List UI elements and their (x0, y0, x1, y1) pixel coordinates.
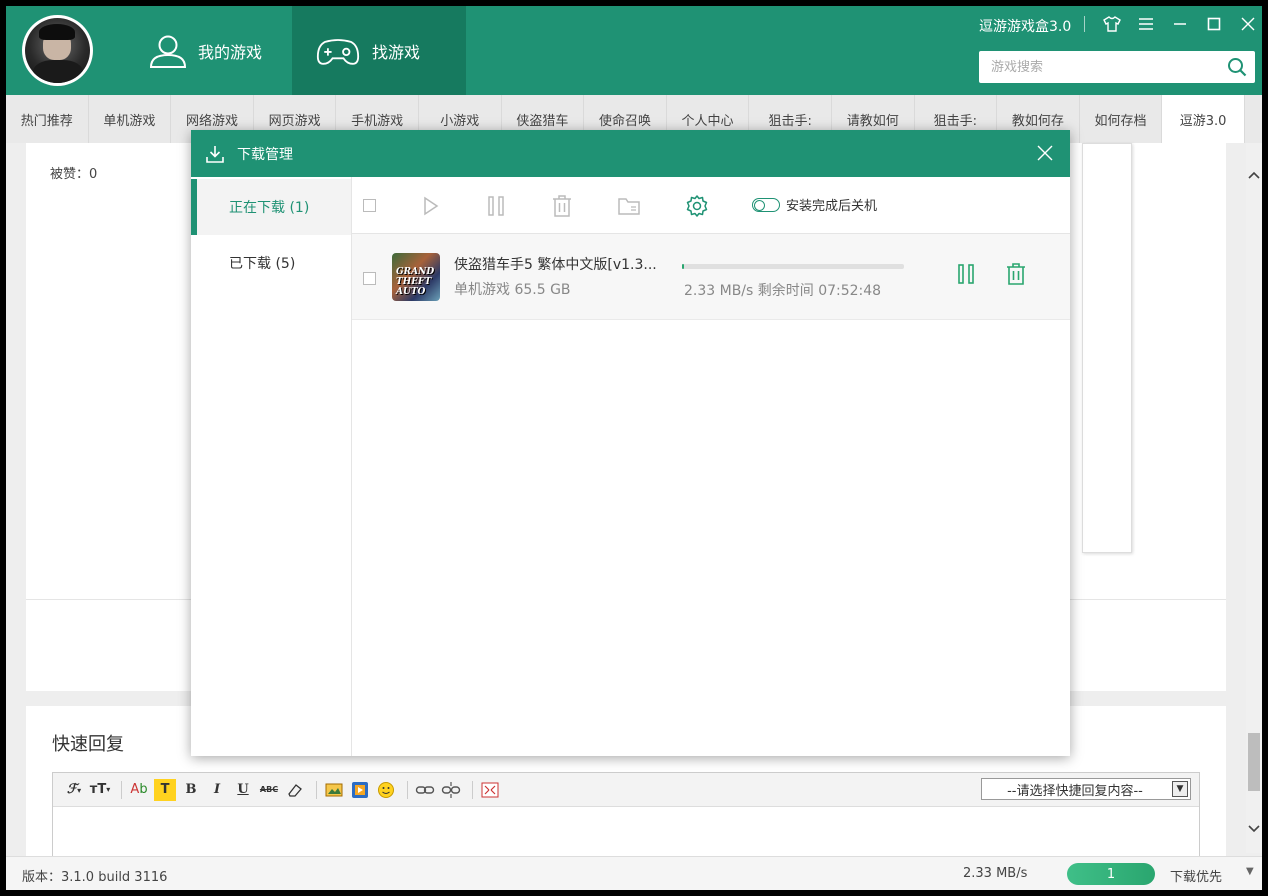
search-box (979, 51, 1255, 83)
close-icon (1241, 17, 1255, 31)
fullscreen-icon[interactable] (479, 779, 501, 801)
menu-icon (1139, 18, 1153, 30)
download-progress-bar (682, 264, 904, 269)
sidebar-item-downloading[interactable]: 正在下载 (1) (191, 179, 351, 235)
user-icon (149, 35, 187, 68)
status-bar: 版本：3.1.0 build 3116 2.33 MB/s 1 下载优先 ▼ (6, 856, 1262, 890)
underline-icon[interactable]: U (232, 779, 254, 801)
chevron-down-icon[interactable]: ▼ (1172, 781, 1188, 797)
download-manager-dialog: 下载管理 正在下载 (1) 已下载 (5) 安装完成后关机 GRAND THEF… (191, 130, 1070, 756)
scrollbar[interactable] (1246, 143, 1262, 853)
strikethrough-icon[interactable]: ABC (258, 779, 280, 801)
download-item-category: 单机游戏 (454, 282, 510, 298)
divider (1084, 16, 1085, 32)
close-icon[interactable] (1034, 142, 1056, 164)
video-icon[interactable] (349, 779, 371, 801)
header: 我的游戏 找游戏 逗游游戏盒3.0 (6, 6, 1262, 95)
gear-icon[interactable] (685, 194, 709, 218)
avatar[interactable] (22, 15, 93, 86)
search-input[interactable] (979, 51, 1219, 83)
chevron-up-icon[interactable] (1246, 169, 1262, 189)
menu-button[interactable] (1133, 12, 1159, 36)
nav-tab-label: 我的游戏 (198, 42, 263, 62)
trash-icon[interactable] (1004, 262, 1028, 286)
link-icon[interactable] (414, 779, 436, 801)
pause-icon[interactable] (954, 262, 978, 286)
download-icon (206, 145, 224, 163)
folder-icon[interactable] (617, 194, 641, 218)
toggle-switch[interactable] (752, 197, 780, 212)
eraser-icon[interactable] (284, 779, 306, 801)
maximize-button[interactable] (1201, 12, 1227, 36)
sidebar-item-downloaded[interactable]: 已下载 (5) (191, 235, 351, 291)
download-item-name: 侠盗猎车手5 繁体中文版[v1.3... (454, 257, 657, 273)
editor-toolbar: ℱ ▾ ᴛT ▾ Ab T B I U ABC --请选择快捷回复内容-- ▼ (53, 773, 1199, 807)
minimize-button[interactable] (1167, 12, 1193, 36)
toggle-label: 安装完成后关机 (786, 199, 878, 214)
thumbnail-text: GRAND THEFT AUTO (396, 267, 435, 297)
play-icon[interactable] (418, 194, 442, 218)
chevron-down-icon[interactable] (1246, 823, 1262, 843)
tshirt-icon (1103, 16, 1121, 32)
item-checkbox[interactable] (363, 272, 376, 285)
quick-reply-select[interactable]: --请选择快捷回复内容-- ▼ (981, 778, 1191, 800)
font-size-icon[interactable]: ᴛT ▾ (89, 779, 111, 801)
highlight-icon[interactable]: T (154, 778, 176, 801)
download-progress-fill (682, 264, 685, 269)
nav-tab-label: 找游戏 (372, 42, 421, 62)
bold-icon[interactable]: B (180, 779, 202, 801)
maximize-icon (1207, 17, 1221, 31)
emoji-icon[interactable] (375, 779, 397, 801)
category-tab-active[interactable]: 逗游3.0 (1162, 95, 1245, 143)
category-tab[interactable]: 单机游戏 (89, 95, 172, 143)
category-tab[interactable]: 如何存档 (1080, 95, 1163, 143)
quick-reply-select-value: --请选择快捷回复内容-- (1007, 783, 1143, 799)
dialog-header: 下载管理 (191, 130, 1070, 177)
game-thumbnail: GRAND THEFT AUTO (392, 253, 440, 301)
skin-button[interactable] (1099, 12, 1125, 36)
minimize-icon (1174, 23, 1186, 25)
download-item[interactable]: GRAND THEFT AUTO 侠盗猎车手5 繁体中文版[v1.3... 单机… (352, 234, 1070, 320)
download-item-size: 65.5 GB (514, 282, 571, 298)
italic-icon[interactable]: I (206, 779, 228, 801)
download-item-meta: 单机游戏 65.5 GB (454, 279, 571, 299)
shutdown-after-install-toggle[interactable]: 安装完成后关机 (752, 195, 877, 214)
nav-tab-find-games[interactable]: 找游戏 (292, 6, 466, 95)
app-brand: 逗游游戏盒3.0 (979, 19, 1072, 35)
dialog-sidebar: 正在下载 (1) 已下载 (5) (191, 177, 352, 756)
unlink-icon[interactable] (440, 779, 462, 801)
font-family-icon[interactable]: ℱ ▾ (63, 779, 85, 801)
download-count-badge[interactable]: 1 (1067, 863, 1155, 885)
pause-icon[interactable] (484, 194, 508, 218)
search-icon[interactable] (1227, 57, 1247, 77)
chevron-down-icon[interactable]: ▼ (1246, 866, 1254, 877)
dialog-title: 下载管理 (237, 146, 293, 163)
nav-tab-my-games[interactable]: 我的游戏 (146, 6, 290, 95)
font-color-icon[interactable]: Ab (128, 779, 150, 801)
trash-icon[interactable] (550, 194, 574, 218)
download-priority-select[interactable]: 下载优先 (1170, 866, 1222, 885)
download-speed-remaining: 2.33 MB/s 剩余时间 07:52:48 (684, 283, 882, 299)
close-button[interactable] (1235, 12, 1261, 36)
version-label: 版本：3.1.0 build 3116 (22, 870, 168, 885)
liked-count: 被赞：0 (50, 167, 98, 182)
quick-reply-title: 快速回复 (52, 734, 124, 755)
dialog-toolbar: 安装完成后关机 (352, 177, 1070, 234)
image-icon[interactable] (323, 779, 345, 801)
window-controls (1084, 12, 1262, 36)
total-speed: 2.33 MB/s (963, 866, 1028, 881)
background-card (1082, 143, 1132, 553)
select-all-checkbox[interactable] (363, 199, 376, 212)
category-tab[interactable]: 热门推荐 (6, 95, 89, 143)
gamepad-icon (316, 39, 360, 65)
scrollbar-thumb[interactable] (1248, 733, 1260, 791)
